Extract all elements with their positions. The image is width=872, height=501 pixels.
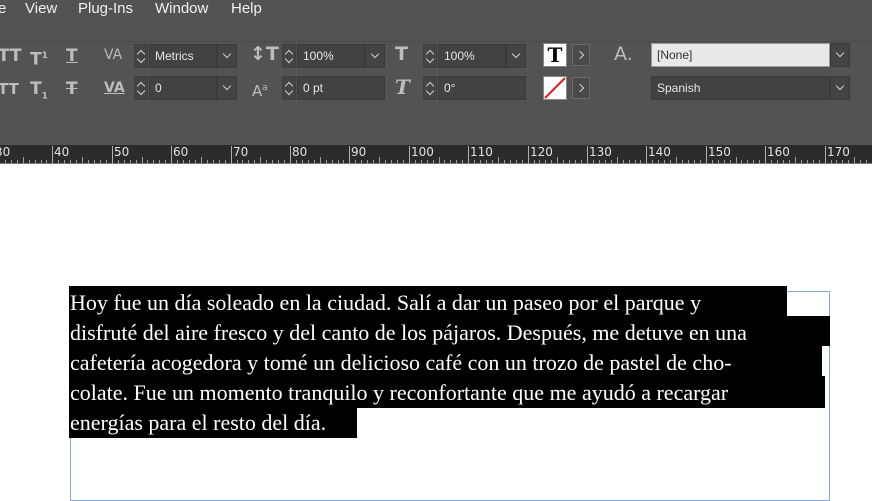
subscript-icon[interactable]: T1 bbox=[30, 79, 48, 106]
kerning-dropdown[interactable] bbox=[217, 44, 237, 68]
all-caps-icon[interactable]: TT bbox=[0, 46, 22, 66]
ruler-label: 130 bbox=[589, 145, 612, 159]
ruler-major-tick bbox=[528, 146, 529, 164]
text-line[interactable]: cafetería acogedora y tomé un delicioso … bbox=[70, 348, 732, 378]
menu-window[interactable]: Window bbox=[155, 0, 208, 20]
ruler-label: 30 bbox=[0, 145, 11, 159]
ruler-major-tick bbox=[765, 146, 766, 164]
strikethrough-icon[interactable]: T bbox=[66, 79, 78, 99]
ruler-minor-tick bbox=[142, 157, 143, 164]
underline-icon[interactable]: T bbox=[66, 46, 78, 66]
menu-view[interactable]: View bbox=[25, 0, 57, 20]
text-line[interactable]: energías para el resto del día. bbox=[70, 408, 326, 438]
ruler-major-tick bbox=[231, 146, 232, 164]
ruler-minor-tick bbox=[795, 157, 796, 164]
ruler-minor-tick bbox=[23, 157, 24, 164]
skew-icon: T bbox=[395, 75, 410, 99]
character-control-panel: TT T1 T VA Metrics ↕T 100% T 100% T A. [… bbox=[0, 20, 872, 145]
text-line[interactable]: Hoy fue un día soleado en la ciudad. Sal… bbox=[70, 288, 701, 318]
kerning-field[interactable]: Metrics bbox=[149, 44, 217, 68]
ruler-major-tick bbox=[468, 146, 469, 164]
horizontal-ruler[interactable]: 30 40 50 60 70 80 90 100 110 120 130 140 150 160 170 bbox=[0, 145, 872, 164]
none-swatch-icon bbox=[544, 77, 566, 99]
fill-swatch-menu[interactable] bbox=[572, 44, 590, 66]
kerning-icon: VA bbox=[104, 47, 123, 63]
ruler-minor-tick bbox=[498, 157, 499, 164]
ruler-minor-tick bbox=[320, 157, 321, 164]
ruler-major-tick bbox=[587, 146, 588, 164]
menu-edit[interactable]: e bbox=[0, 0, 6, 20]
menu-help[interactable]: Help bbox=[231, 0, 262, 20]
stroke-swatch-menu[interactable] bbox=[572, 77, 590, 99]
character-style-icon: A. bbox=[614, 43, 633, 65]
horizontal-scale-dropdown[interactable] bbox=[506, 44, 526, 68]
ruler-minor-tick bbox=[201, 157, 202, 164]
ruler-minor-tick bbox=[617, 157, 618, 164]
tracking-dropdown[interactable] bbox=[217, 76, 237, 100]
character-style-dropdown[interactable] bbox=[830, 43, 850, 67]
baseline-shift-stepper[interactable] bbox=[282, 76, 296, 100]
ruler-label: 90 bbox=[351, 145, 367, 159]
ruler-label: 170 bbox=[827, 145, 850, 159]
language-dropdown[interactable] bbox=[830, 76, 850, 100]
ruler-label: 150 bbox=[708, 145, 731, 159]
ruler-minor-tick bbox=[260, 157, 261, 164]
ruler-minor-tick bbox=[82, 157, 83, 164]
ruler-major-tick bbox=[825, 146, 826, 164]
ruler-major-tick bbox=[706, 146, 707, 164]
ruler-minor-tick bbox=[439, 157, 440, 164]
skew-stepper[interactable] bbox=[423, 76, 437, 100]
horizontal-scale-field[interactable]: 100% bbox=[438, 44, 506, 68]
baseline-shift-icon: Aa bbox=[252, 82, 268, 100]
small-caps-icon[interactable]: TT bbox=[0, 79, 19, 99]
ruler-label: 80 bbox=[292, 145, 308, 159]
fill-swatch[interactable]: T bbox=[543, 43, 567, 67]
ruler-minor-tick bbox=[379, 157, 380, 164]
ruler-major-tick bbox=[646, 146, 647, 164]
ruler-label: 110 bbox=[470, 145, 493, 159]
ruler-major-tick bbox=[290, 146, 291, 164]
ruler-minor-tick bbox=[736, 157, 737, 164]
menu-plug-ins[interactable]: Plug-Ins bbox=[78, 0, 133, 20]
vertical-scale-icon: ↕T bbox=[250, 43, 279, 65]
tracking-field[interactable]: 0 bbox=[149, 76, 217, 100]
superscript-icon[interactable]: T1 bbox=[30, 46, 48, 70]
kerning-stepper[interactable] bbox=[134, 44, 148, 68]
tracking-stepper[interactable] bbox=[134, 76, 148, 100]
ruler-major-tick bbox=[171, 146, 172, 164]
vertical-scale-dropdown[interactable] bbox=[365, 44, 385, 68]
ruler-label: 140 bbox=[648, 145, 671, 159]
ruler-major-tick bbox=[52, 146, 53, 164]
vertical-scale-field[interactable]: 100% bbox=[297, 44, 365, 68]
ruler-label: 40 bbox=[54, 145, 70, 159]
ruler-minor-tick bbox=[676, 157, 677, 164]
language-field[interactable]: Spanish bbox=[651, 76, 830, 100]
ruler-major-tick bbox=[349, 146, 350, 164]
ruler-label: 120 bbox=[530, 145, 553, 159]
ruler-label: 160 bbox=[767, 145, 790, 159]
ruler-label: 50 bbox=[114, 145, 130, 159]
text-line[interactable]: disfruté del aire fresco y del canto de … bbox=[70, 318, 747, 348]
ruler-label: 70 bbox=[233, 145, 249, 159]
skew-field[interactable]: 0° bbox=[438, 76, 526, 100]
menu-bar: e View Plug-Ins Window Help bbox=[0, 0, 872, 20]
ruler-minor-tick bbox=[854, 157, 855, 164]
horizontal-scale-icon: T bbox=[395, 43, 408, 65]
vertical-scale-stepper[interactable] bbox=[282, 44, 296, 68]
text-line[interactable]: colate. Fue un momento tranquilo y recon… bbox=[70, 378, 728, 408]
character-style-field[interactable]: [None] bbox=[651, 43, 830, 67]
ruler-major-tick bbox=[409, 146, 410, 164]
ruler-minor-tick bbox=[557, 157, 558, 164]
baseline-shift-field[interactable]: 0 pt bbox=[297, 76, 385, 100]
ruler-label: 100 bbox=[411, 145, 434, 159]
tracking-icon: VA bbox=[104, 80, 125, 96]
stroke-swatch[interactable] bbox=[543, 76, 567, 100]
ruler-major-tick bbox=[112, 146, 113, 164]
horizontal-scale-stepper[interactable] bbox=[423, 44, 437, 68]
ruler-label: 60 bbox=[173, 145, 189, 159]
panel-divider bbox=[0, 41, 872, 42]
